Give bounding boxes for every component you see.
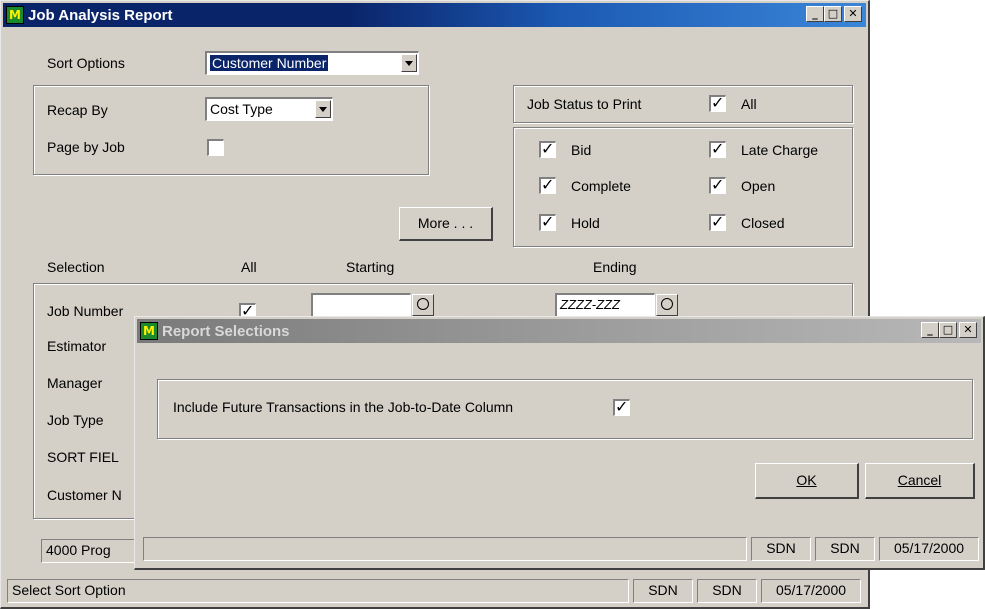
- dialog-status-user-1-text: SDN: [766, 540, 796, 556]
- dialog-status-user-2: SDN: [815, 537, 875, 561]
- minimize-icon[interactable]: _: [806, 6, 824, 22]
- dialog-status-user-1: SDN: [751, 537, 811, 561]
- status-open-label: Open: [741, 178, 776, 194]
- dialog-status-message: [143, 537, 747, 561]
- status-closed-label: Closed: [741, 215, 785, 231]
- cancel-button-label: Cancel: [897, 472, 942, 488]
- dialog-title: Report Selections: [162, 322, 290, 340]
- check-mark-icon: ✓: [541, 139, 555, 158]
- check-mark-icon: ✓: [711, 212, 725, 231]
- report-selections-dialog: M Report Selections _ □ ✕ Include Future…: [134, 316, 985, 570]
- status-complete-label: Complete: [571, 178, 631, 194]
- job-number-ending-value: ZZZZ-ZZZ: [560, 297, 620, 312]
- selection-row-job-number: Job Number: [47, 303, 124, 319]
- recap-by-label: Recap By: [47, 102, 108, 118]
- sort-options-label: Sort Options: [47, 55, 125, 71]
- selection-row-estimator: Estimator: [47, 338, 107, 354]
- minimize-icon[interactable]: _: [921, 322, 939, 338]
- more-button[interactable]: More . . .: [399, 207, 493, 241]
- chevron-down-icon[interactable]: [315, 100, 331, 118]
- ok-button-label: OK: [796, 472, 817, 488]
- sort-options-value: Customer Number: [208, 54, 330, 72]
- include-future-label: Include Future Transactions in the Job-t…: [173, 399, 514, 415]
- status-closed-checkbox[interactable]: ✓: [709, 212, 726, 231]
- status-open-checkbox[interactable]: ✓: [709, 175, 726, 194]
- status-user-2-text: SDN: [712, 582, 742, 598]
- status-date-text: 05/17/2000: [775, 582, 847, 598]
- job-number-ending-input[interactable]: ZZZZ-ZZZ: [555, 293, 655, 317]
- starting-header: Starting: [346, 259, 395, 275]
- lookup-icon[interactable]: [412, 294, 434, 316]
- cancel-button[interactable]: Cancel: [865, 463, 975, 499]
- status-user-1: SDN: [633, 579, 693, 603]
- selection-row-sort-field: SORT FIEL: [47, 449, 119, 465]
- selection-row-job-type: Job Type: [47, 412, 104, 428]
- selection-row-customer-number: Customer N: [47, 487, 122, 503]
- check-mark-icon: ✓: [711, 175, 725, 194]
- check-mark-icon: ✓: [541, 175, 555, 194]
- status-user-2: SDN: [697, 579, 757, 603]
- chevron-down-icon[interactable]: [401, 54, 417, 72]
- status-all-label: All: [741, 96, 757, 112]
- status-bid-checkbox[interactable]: ✓: [539, 139, 556, 158]
- main-window-title: Job Analysis Report: [28, 6, 173, 24]
- status-all-checkbox[interactable]: ✓: [709, 93, 726, 112]
- lookup-icon[interactable]: [656, 294, 678, 316]
- app-icon: M: [140, 322, 158, 340]
- dialog-status-user-2-text: SDN: [830, 540, 860, 556]
- dialog-titlebar[interactable]: M Report Selections _ □ ✕: [137, 319, 981, 343]
- status-late-charge-checkbox[interactable]: ✓: [709, 139, 726, 158]
- job-status-label: Job Status to Print: [527, 96, 642, 112]
- check-mark-icon: ✓: [615, 397, 629, 416]
- status-hold-checkbox[interactable]: ✓: [539, 212, 556, 231]
- status-message-text: Select Sort Option: [12, 582, 126, 598]
- more-button-label: More . . .: [417, 215, 474, 231]
- status-complete-checkbox[interactable]: ✓: [539, 175, 556, 194]
- app-icon: M: [6, 6, 24, 24]
- status-date: 05/17/2000: [761, 579, 861, 603]
- close-icon[interactable]: ✕: [959, 322, 977, 338]
- bottom-info-value: 4000 Prog: [46, 542, 111, 558]
- ok-button[interactable]: OK: [755, 463, 859, 499]
- recap-by-dropdown[interactable]: Cost Type: [205, 97, 333, 121]
- main-titlebar[interactable]: M Job Analysis Report _ □ ✕: [3, 3, 866, 27]
- recap-by-value: Cost Type: [210, 101, 273, 117]
- status-user-1-text: SDN: [648, 582, 678, 598]
- check-mark-icon: ✓: [711, 139, 725, 158]
- check-mark-icon: ✓: [711, 93, 725, 112]
- status-hold-label: Hold: [571, 215, 600, 231]
- maximize-icon[interactable]: □: [824, 6, 842, 22]
- page-by-job-checkbox[interactable]: [207, 139, 224, 156]
- check-mark-icon: ✓: [541, 212, 555, 231]
- include-future-checkbox[interactable]: ✓: [613, 397, 630, 416]
- status-late-charge-label: Late Charge: [741, 142, 819, 158]
- status-bid-label: Bid: [571, 142, 592, 158]
- close-icon[interactable]: ✕: [844, 6, 862, 22]
- selection-row-manager: Manager: [47, 375, 103, 391]
- page-by-job-label: Page by Job: [47, 139, 125, 155]
- job-number-starting-input[interactable]: [311, 293, 411, 317]
- dialog-status-date: 05/17/2000: [879, 537, 979, 561]
- status-message: Select Sort Option: [7, 579, 629, 603]
- dialog-status-date-text: 05/17/2000: [893, 540, 965, 556]
- maximize-icon[interactable]: □: [939, 322, 957, 338]
- all-header: All: [241, 259, 257, 275]
- ending-header: Ending: [593, 259, 637, 275]
- selection-header: Selection: [47, 259, 105, 275]
- sort-options-dropdown[interactable]: Customer Number: [205, 51, 419, 75]
